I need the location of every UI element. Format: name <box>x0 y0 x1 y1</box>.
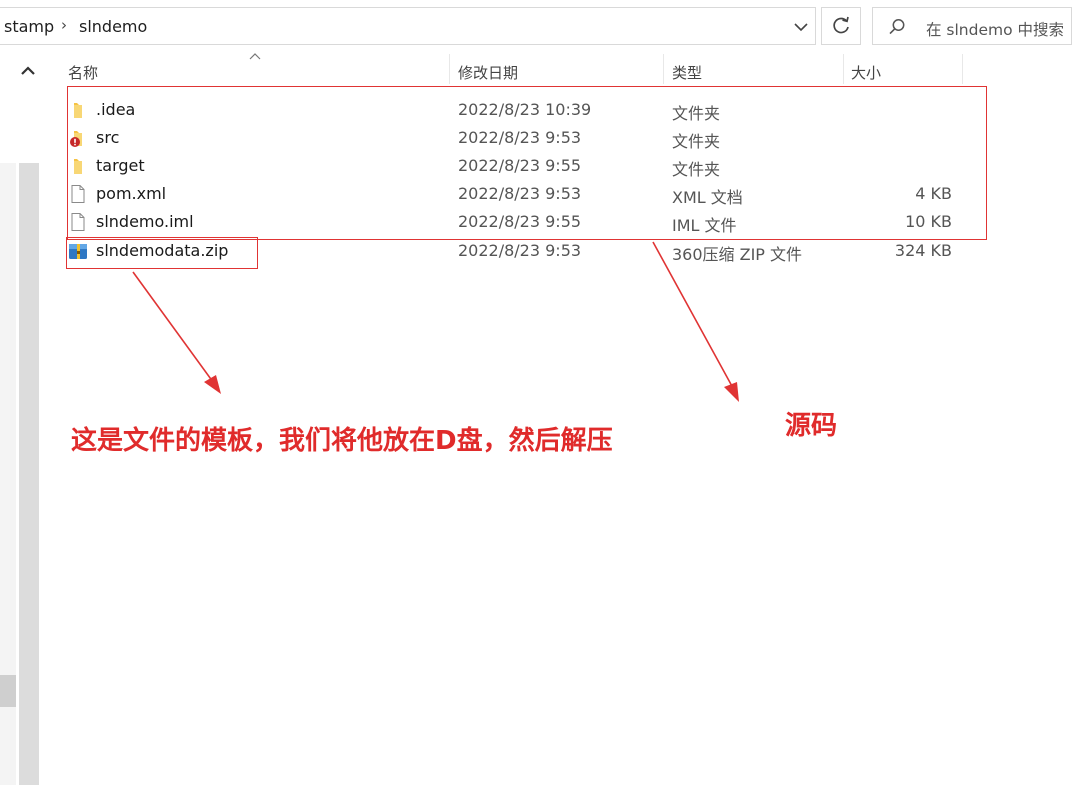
breadcrumb-slndemo[interactable]: slndemo <box>79 17 147 36</box>
template-annotation-text: 这是文件的模板，我们将他放在D盘，然后解压 <box>71 426 613 456</box>
column-divider[interactable] <box>962 54 963 84</box>
column-header-type[interactable]: 类型 <box>672 62 702 83</box>
column-header-size[interactable]: 大小 <box>851 62 881 83</box>
vertical-scrollbar[interactable] <box>0 50 44 785</box>
refresh-icon <box>833 16 849 34</box>
search-box[interactable]: 在 slndemo 中搜索 <box>872 7 1072 45</box>
address-history-button[interactable] <box>786 12 816 42</box>
search-placeholder: 在 slndemo 中搜索 <box>926 21 1065 39</box>
arrow-to-template-note <box>132 271 214 383</box>
column-header-name[interactable]: 名称 <box>68 62 98 83</box>
scroll-up-icon[interactable] <box>14 58 42 84</box>
breadcrumb-stamp[interactable]: stamp <box>4 17 54 36</box>
sort-ascending-icon <box>249 53 261 60</box>
file-type: 360压缩 ZIP 文件 <box>672 245 803 264</box>
scroll-thumb[interactable] <box>19 163 39 785</box>
address-toolbar: stamp › slndemo 在 slndemo 中搜索 <box>0 0 1080 50</box>
chevron-down-icon <box>794 23 808 32</box>
nav-pane-scroll-thumb[interactable] <box>0 675 16 707</box>
column-divider[interactable] <box>663 54 664 84</box>
zip-highlight-box <box>66 237 258 269</box>
refresh-button[interactable] <box>821 7 861 45</box>
arrow-head-icon <box>724 382 739 402</box>
file-modified: 2022/8/23 9:53 <box>458 241 582 260</box>
column-divider[interactable] <box>449 54 450 84</box>
column-header-modified[interactable]: 修改日期 <box>458 62 518 83</box>
source-highlight-box <box>67 86 987 240</box>
source-annotation-text: 源码 <box>785 411 838 441</box>
breadcrumb-separator[interactable]: › <box>61 16 67 34</box>
column-divider[interactable] <box>843 54 844 84</box>
arrow-head-icon <box>204 375 221 394</box>
search-icon <box>889 19 905 35</box>
file-size: 324 KB <box>894 241 952 260</box>
